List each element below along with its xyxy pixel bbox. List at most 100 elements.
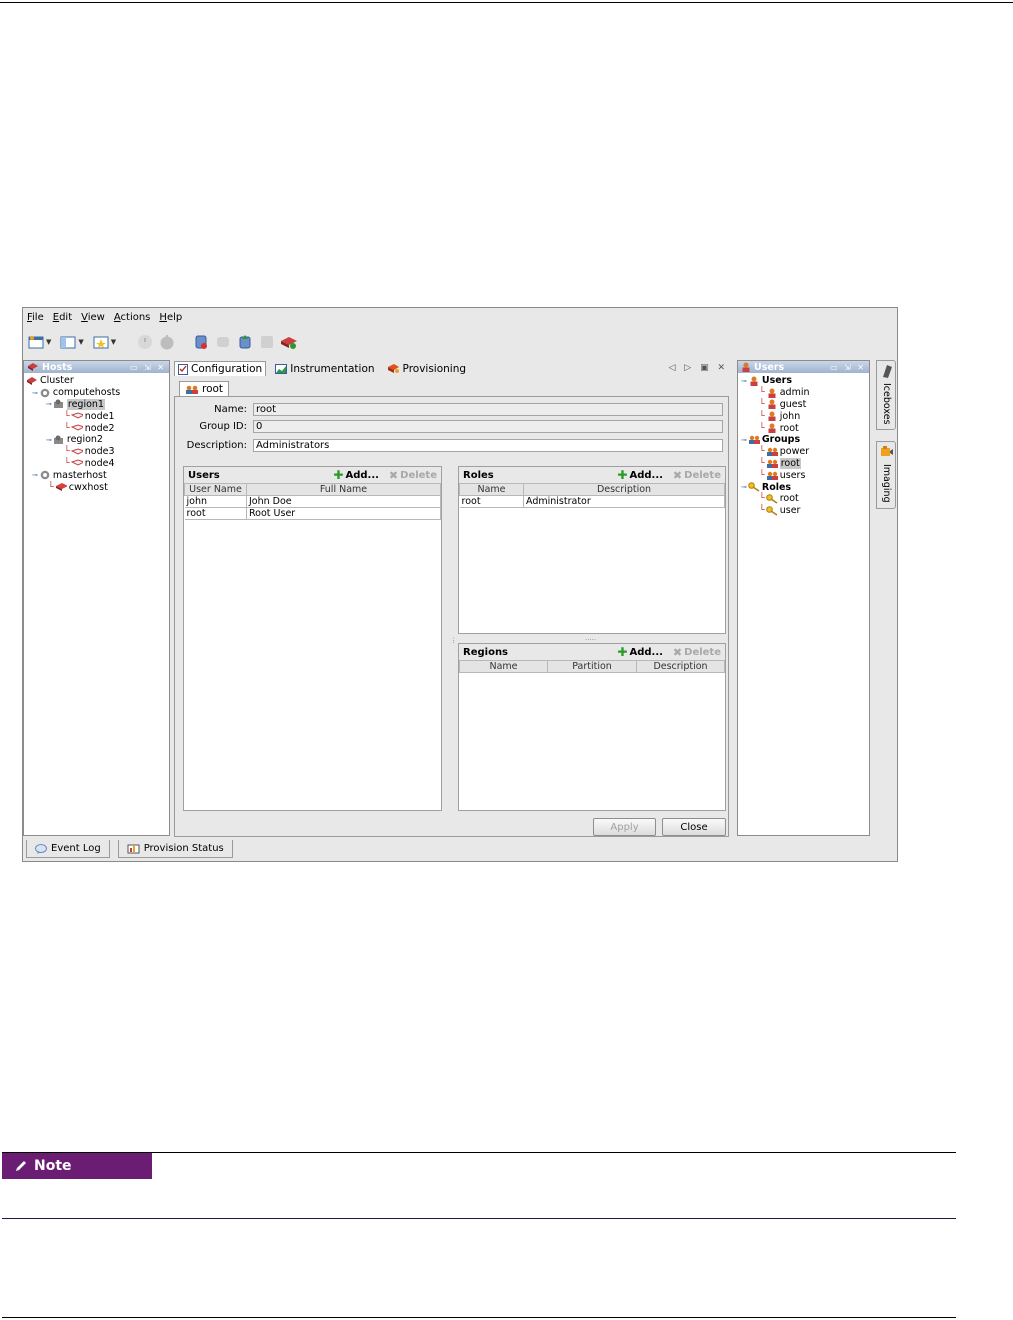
tree-item-cluster[interactable]: Cluster	[26, 375, 169, 387]
tree-item-root-user[interactable]: └ root	[741, 422, 869, 434]
shutdown-icon[interactable]	[158, 334, 176, 350]
key-icon	[748, 482, 760, 492]
tree-item-computehosts[interactable]: ⊸ computehosts	[26, 387, 169, 399]
expand-handle-icon[interactable]: ⊸	[741, 483, 747, 491]
expand-handle-icon[interactable]: ⊸	[46, 400, 52, 408]
tree-item-john[interactable]: └ john	[741, 410, 869, 422]
app-window: File Edit View Actions Help ▼ ▼ ▼ Hosts …	[22, 307, 898, 862]
panel-controls[interactable]: ▭ ⇲ ✕	[830, 363, 866, 372]
users-add-button[interactable]: ✚ Add...	[333, 468, 379, 482]
node-icon	[70, 447, 83, 457]
cluster-icon	[26, 376, 38, 386]
tree-item-node1[interactable]: └ node1	[26, 410, 169, 422]
menu-edit[interactable]: Edit	[53, 312, 72, 328]
dropdown-arrow-icon[interactable]: ▼	[46, 338, 51, 346]
dropdown-arrow-icon[interactable]: ▼	[111, 338, 116, 346]
bottom-tabs: Event Log Provision Status	[26, 840, 233, 858]
favorites-icon[interactable]	[92, 334, 110, 350]
power-icon[interactable]	[136, 334, 154, 350]
users-section-title: Users	[188, 469, 220, 481]
column-header[interactable]: Partition	[547, 660, 637, 673]
tree-item-region1[interactable]: ⊸ region1	[26, 398, 169, 411]
tab-provision-status[interactable]: Provision Status	[117, 840, 233, 858]
subtab-root[interactable]: root	[179, 381, 230, 396]
column-header[interactable]: Name	[459, 660, 548, 673]
note-banner: Note	[2, 1153, 152, 1179]
cluster-icon	[28, 363, 38, 371]
name-field[interactable]: root	[253, 403, 723, 416]
tree-item-admin[interactable]: └ admin	[741, 387, 869, 399]
column-header[interactable]: User Name	[184, 483, 247, 496]
group-id-field[interactable]: 0	[253, 420, 723, 433]
tree-item-roles[interactable]: ⊸ Roles	[741, 481, 869, 493]
new-window-icon[interactable]	[27, 334, 45, 350]
database-icon[interactable]	[192, 334, 210, 350]
roles-table: Name Description root Administrator	[459, 483, 725, 508]
menu-view[interactable]: View	[81, 312, 105, 328]
layout-icon[interactable]	[59, 334, 77, 350]
tree-item-region2[interactable]: ⊸ region2	[26, 434, 169, 446]
plus-icon: ✚	[617, 468, 628, 482]
tree-item-role-root[interactable]: └ root	[741, 493, 869, 505]
tree-item-users[interactable]: ⊸ Users	[741, 375, 869, 387]
expand-handle-icon[interactable]: ⊸	[741, 377, 747, 385]
expand-handle-icon[interactable]: ⊸	[32, 389, 38, 397]
tree-item-node4[interactable]: └ node4	[26, 458, 169, 470]
tree-item-guest[interactable]: └ guest	[741, 399, 869, 411]
tab-provisioning[interactable]: Provisioning	[384, 361, 470, 376]
column-header[interactable]: Description	[636, 660, 725, 673]
users-delete-button[interactable]: ✖ Delete	[389, 468, 437, 482]
description-field[interactable]: Administrators	[253, 439, 723, 452]
disk-icon[interactable]	[214, 334, 232, 350]
tab-iceboxes[interactable]: Iceboxes	[876, 360, 896, 430]
apply-button[interactable]: Apply	[593, 818, 656, 836]
roles-section-header: Roles ✚ Add... ✖ Delete	[459, 467, 725, 483]
tree-item-groups[interactable]: ⊸ Groups	[741, 434, 869, 446]
provision-node-icon[interactable]	[280, 334, 298, 350]
tree-item-cwxhost[interactable]: └ cwxhost	[26, 481, 169, 493]
expand-handle-icon[interactable]: ⊸	[741, 436, 747, 444]
table-row[interactable]: root Administrator	[459, 495, 725, 508]
column-header[interactable]: Name	[459, 483, 524, 496]
regions-delete-button[interactable]: ✖ Delete	[673, 645, 721, 659]
node-icon	[70, 423, 83, 433]
key-icon	[765, 494, 778, 504]
expand-handle-icon[interactable]: ⊸	[32, 471, 38, 479]
close-button[interactable]: Close	[662, 818, 726, 836]
tab-instrumentation[interactable]: Instrumentation	[272, 361, 377, 376]
tree-item-role-user[interactable]: └ user	[741, 505, 869, 517]
expand-handle-icon[interactable]: ⊸	[46, 436, 52, 444]
menu-actions[interactable]: Actions	[114, 312, 151, 328]
tree-item-root-group[interactable]: └ root	[741, 457, 869, 470]
column-header[interactable]: Description	[523, 483, 725, 496]
panel-controls[interactable]: ▭ ⇲ ✕	[130, 363, 166, 372]
regions-add-button[interactable]: ✚ Add...	[617, 645, 663, 659]
dropdown-arrow-icon[interactable]: ▼	[78, 338, 83, 346]
tree-item-node2[interactable]: └ node2	[26, 422, 169, 434]
top-rule	[0, 2, 1013, 3]
tab-imaging[interactable]: Imaging	[876, 441, 896, 509]
region-icon	[53, 399, 65, 409]
table-row[interactable]: root Root User	[184, 507, 441, 520]
table-row[interactable]: john John Doe	[184, 495, 441, 508]
tree-item-masterhost[interactable]: ⊸ masterhost	[26, 469, 169, 481]
search-icon[interactable]	[258, 334, 276, 350]
roles-add-button[interactable]: ✚ Add...	[617, 468, 663, 482]
menu-help[interactable]: Help	[159, 312, 182, 328]
upload-icon[interactable]	[236, 334, 254, 350]
user-icon	[766, 399, 778, 410]
checklist-icon	[178, 363, 188, 375]
tab-controls[interactable]: ◁ ▷ ▣ ✕	[669, 363, 728, 373]
tree-item-power[interactable]: └ power	[741, 446, 869, 458]
tree-item-users-group[interactable]: └ users	[741, 469, 869, 481]
group-icon	[766, 470, 778, 480]
roles-delete-button[interactable]: ✖ Delete	[673, 468, 721, 482]
menu-file[interactable]: File	[27, 312, 44, 328]
splitter-handle[interactable]: ···	[449, 637, 457, 644]
tab-event-log[interactable]: Event Log	[26, 840, 110, 858]
tree-item-node3[interactable]: └ node3	[26, 446, 169, 458]
key-icon	[765, 505, 778, 516]
tab-configuration[interactable]: Configuration	[174, 361, 267, 376]
roles-section-title: Roles	[463, 469, 494, 481]
column-header[interactable]: Full Name	[246, 483, 441, 496]
